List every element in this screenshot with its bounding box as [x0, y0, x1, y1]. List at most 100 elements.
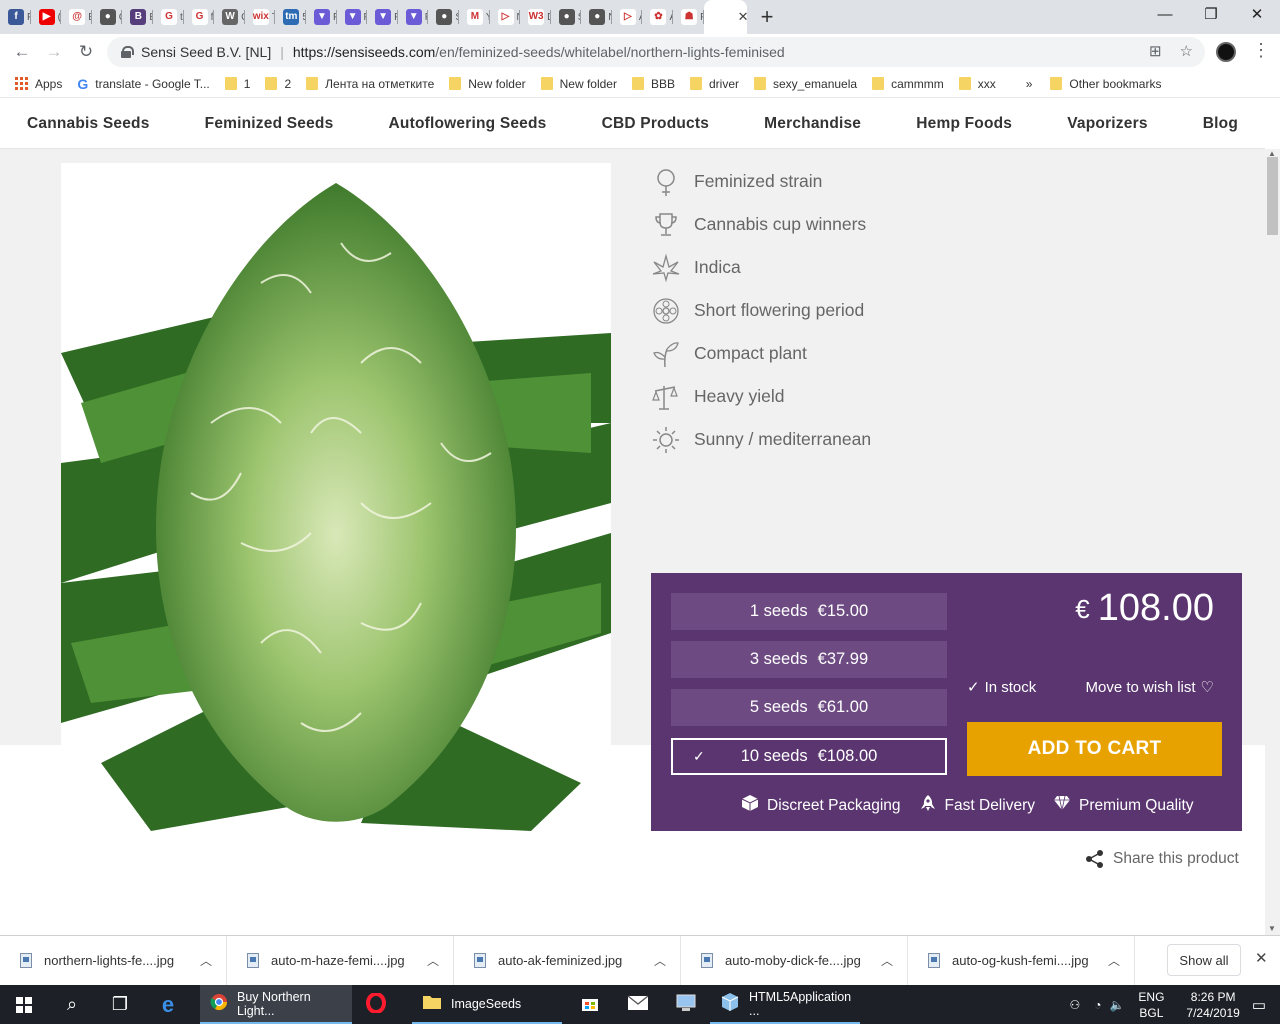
seed-option[interactable]: 1 seeds €15.00 [671, 593, 947, 630]
bookmarks-overflow-icon[interactable]: » [1026, 77, 1033, 91]
browser-tab[interactable]: ▼ F [306, 0, 337, 34]
download-item[interactable]: auto-og-kush-femi....jpg ︿ [908, 935, 1135, 986]
chevron-up-icon[interactable]: ︿ [654, 952, 666, 969]
wishlist-link[interactable]: Move to wish list ♡ [1086, 678, 1215, 697]
taskbar-app[interactable] [566, 985, 614, 1024]
browser-tab[interactable]: BE [122, 0, 153, 34]
site-identity[interactable]: Sensi Seed B.V. [NL] [141, 44, 271, 60]
browser-tab[interactable]: B✕ [703, 0, 749, 34]
browser-tab[interactable]: WC [214, 0, 245, 34]
lock-icon[interactable] [121, 46, 134, 58]
restore-button[interactable]: ❐ [1188, 0, 1234, 30]
browser-tab[interactable]: ●N [581, 0, 612, 34]
back-arrow-icon[interactable]: ← [6, 42, 38, 62]
browser-tab[interactable]: wix T [245, 0, 275, 34]
tab-close-icon[interactable]: ✕ [738, 9, 749, 25]
taskbar-app[interactable]: HTML5Application ... [710, 985, 860, 1024]
chevron-up-icon[interactable]: ︿ [881, 952, 893, 969]
bookmark-apps[interactable]: Apps [15, 77, 62, 91]
browser-tab[interactable]: fF [0, 0, 31, 34]
download-item[interactable]: auto-moby-dick-fe....jpg ︿ [681, 935, 908, 986]
share-product[interactable]: Share this product [1085, 849, 1239, 869]
browser-tab[interactable]: ▶( [31, 0, 62, 34]
nav-link-vaporizers[interactable]: Vaporizers [1067, 115, 1147, 133]
browser-tab[interactable]: MY [459, 0, 490, 34]
browser-tab[interactable]: ▷N [490, 0, 520, 34]
show-all-downloads-button[interactable]: Show all [1167, 944, 1241, 976]
download-item[interactable]: auto-m-haze-femi....jpg ︿ [227, 935, 454, 986]
browser-tab[interactable]: ● S [428, 0, 459, 34]
language-indicator[interactable]: ENG BGL [1138, 989, 1164, 1021]
seed-option[interactable]: 5 seeds €61.00 [671, 689, 947, 726]
bookmark-google[interactable]: Gtranslate - Google T... [77, 76, 209, 92]
browser-tab[interactable]: ● S [551, 0, 581, 34]
chevron-up-icon[interactable]: ︿ [200, 952, 212, 969]
seed-option[interactable]: 3 seeds €37.99 [671, 641, 947, 678]
volume-icon[interactable]: 🔈 [1109, 998, 1124, 1012]
taskbar-app[interactable] [614, 985, 662, 1024]
close-download-bar-icon[interactable]: ✕ [1255, 949, 1268, 967]
add-to-cart-button[interactable]: ADD TO CART [967, 722, 1222, 776]
windows-start-icon[interactable] [0, 985, 48, 1024]
nav-link-merchandise[interactable]: Merchandise [764, 115, 861, 133]
page-scrollbar[interactable]: ▲ ▼ [1265, 149, 1280, 935]
taskbar-app[interactable] [352, 985, 400, 1024]
bookmark-folder[interactable]: Лента на отметките [306, 77, 434, 91]
browser-tab[interactable]: ▼ F [367, 0, 398, 34]
search-icon[interactable]: ⌕ [48, 985, 96, 1024]
taskbar-app[interactable]: Buy Northern Light... [200, 985, 352, 1024]
forward-arrow-icon[interactable]: → [38, 42, 70, 62]
browser-tab[interactable]: Gt [153, 0, 184, 34]
bookmark-folder[interactable]: 2 [265, 77, 291, 91]
browser-tab[interactable]: Gf [184, 0, 215, 34]
clock[interactable]: 8:26 PM 7/24/2019 [1186, 989, 1239, 1021]
browser-tab[interactable]: ▷ A [612, 0, 642, 34]
scroll-down-arrow-icon[interactable]: ▼ [1268, 924, 1276, 933]
task-view-icon[interactable]: ❐ [96, 985, 144, 1024]
browser-tab[interactable]: ✿ A [642, 0, 673, 34]
chevron-up-icon[interactable]: ︿ [427, 952, 439, 969]
new-tab-button[interactable]: + [761, 4, 774, 30]
translate-icon[interactable]: ⊞ [1149, 42, 1162, 60]
bookmark-folder[interactable]: xxx [958, 77, 996, 91]
nav-link-hemp-foods[interactable]: Hemp Foods [916, 115, 1012, 133]
browser-tab[interactable]: tm 5 [275, 0, 306, 34]
nav-link-cbd-products[interactable]: CBD Products [602, 115, 709, 133]
nav-link-autoflowering-seeds[interactable]: Autoflowering Seeds [389, 115, 547, 133]
bookmark-folder[interactable]: 1 [224, 77, 250, 91]
minimize-button[interactable]: — [1142, 0, 1188, 30]
url-input[interactable]: Sensi Seed B.V. [NL] | https://sensiseed… [107, 37, 1205, 67]
bookmark-folder[interactable]: New folder [449, 77, 526, 91]
browser-tab[interactable]: ☗ F [673, 0, 704, 34]
seed-option[interactable]: ✓ 10 seeds €108.00 [671, 738, 947, 775]
close-window-button[interactable]: ✕ [1234, 0, 1280, 30]
chevron-up-icon[interactable]: ︿ [1108, 952, 1120, 969]
other-bookmarks[interactable]: Other bookmarks [1050, 77, 1161, 91]
scroll-thumb[interactable] [1267, 157, 1278, 235]
bookmark-folder[interactable]: driver [689, 77, 739, 91]
nav-link-feminized-seeds[interactable]: Feminized Seeds [205, 115, 334, 133]
nav-link-cannabis-seeds[interactable]: Cannabis Seeds [27, 115, 150, 133]
download-item[interactable]: auto-ak-feminized.jpg ︿ [454, 935, 681, 986]
network-icon[interactable]: ◔ [1094, 998, 1101, 1012]
url-text[interactable]: https://sensiseeds.com/en/feminized-seed… [293, 44, 785, 60]
edge-icon[interactable]: e [144, 985, 192, 1024]
bookmark-star-icon[interactable]: ☆ [1180, 42, 1193, 60]
download-item[interactable]: northern-lights-fe....jpg ︿ [0, 935, 227, 986]
browser-tab[interactable]: ▼ F [398, 0, 428, 34]
bookmark-folder[interactable]: BBB [631, 77, 675, 91]
reload-icon[interactable]: ↻ [70, 42, 102, 62]
bookmark-folder[interactable]: cammmm [872, 77, 944, 91]
browser-tab[interactable]: @ E [61, 0, 92, 34]
menu-icon[interactable]: ⋮ [1252, 40, 1270, 61]
browser-tab[interactable]: ▼ F [337, 0, 367, 34]
bookmark-folder[interactable]: New folder [540, 77, 617, 91]
browser-tab[interactable]: W3D [520, 0, 551, 34]
product-image[interactable] [61, 163, 611, 831]
bookmark-folder[interactable]: sexy_emanuela [754, 77, 857, 91]
taskbar-app[interactable]: ImageSeeds [412, 985, 562, 1024]
notifications-icon[interactable]: ▭ [1252, 996, 1266, 1014]
people-icon[interactable]: ⚇ [1069, 998, 1080, 1012]
profile-avatar[interactable] [1216, 42, 1236, 62]
browser-tab[interactable]: ●C [92, 0, 122, 34]
